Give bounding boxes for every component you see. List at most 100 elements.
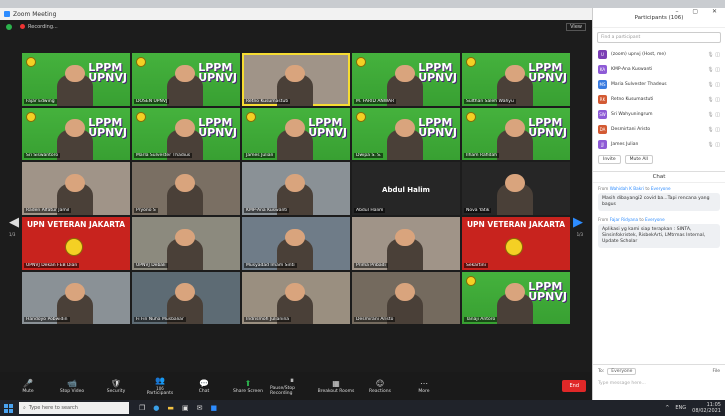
file-button[interactable]: File	[712, 369, 720, 374]
next-page-button[interactable]: ▶	[572, 213, 584, 231]
participant-row[interactable]: JJ James Julian 🎙 ◫	[593, 137, 725, 152]
video-tile[interactable]: KMP-Ana Kuswanti	[242, 162, 350, 215]
invite-button[interactable]: Invite	[598, 155, 621, 164]
toolbar-button-breakout-rooms[interactable]: ▦ Breakout Rooms	[314, 379, 358, 394]
window-controls[interactable]: – ▢ ✕	[675, 8, 723, 15]
zoom-app-icon[interactable]: ■	[211, 404, 218, 412]
video-tile[interactable]: Nova Yatik	[462, 162, 570, 215]
video-tile[interactable]: LPPM UPNVJ Dwipa S. S.	[352, 107, 460, 161]
toolbar-button-participants[interactable]: 👥 106 Participants	[138, 376, 182, 396]
participant-row[interactable]: SW Sri Wahyuningrum 🎙 ◫	[593, 107, 725, 122]
lppm-line: UPNVJ	[528, 289, 567, 303]
task-view-icon[interactable]: ❐	[139, 404, 145, 412]
toolbar-label: Security	[106, 388, 126, 394]
video-tile[interactable]: Fi Fin Nuha Musbaliar	[132, 271, 240, 325]
file-explorer-icon[interactable]: ▬	[167, 404, 174, 412]
lppm-line: UPNVJ	[528, 125, 567, 139]
mic-video-icons[interactable]: 🎙 ◫	[707, 52, 720, 58]
more-icon: ⋯	[420, 378, 428, 388]
video-tile[interactable]: Desmirani Aristo	[352, 271, 460, 325]
page-indicator-right: 1/3	[576, 232, 583, 237]
participant-row[interactable]: RK Retno Kusumastuti 🎙 ◫	[593, 92, 725, 107]
toolbar-button-chat[interactable]: 💬 Chat	[182, 379, 226, 394]
video-tile[interactable]: LPPM UPNVJ Sulthan Saleh Wahyu	[462, 53, 570, 106]
participant-row[interactable]: U (zoom) upnvj (Host, me) 🎙 ◫	[593, 47, 725, 62]
edge-icon[interactable]: ●	[153, 404, 159, 412]
chat-header: Chat	[593, 171, 725, 183]
participant-head	[175, 228, 195, 247]
taskbar-search-placeholder: Type here to search	[28, 405, 78, 411]
taskbar-apps: ❐ ● ▬ ▣ ✉ ■	[139, 404, 217, 412]
video-tile[interactable]: LPPM UPNVJ M. FARID ANWAR	[352, 53, 460, 106]
lppm-logo-text: LPPM UPNVJ	[528, 62, 567, 83]
participant-row[interactable]: KA KMP-Ana Kuswanti 🎙 ◫	[593, 62, 725, 77]
video-tile[interactable]: LPPM UPNVJ Marla Sulvester Thadius	[132, 107, 240, 161]
video-tile[interactable]: LPPM UPNVJ Ilham Rafidah	[462, 107, 570, 161]
video-tile[interactable]: Handoyo Pobwidin	[22, 271, 130, 325]
reactions-icon: ☺	[375, 378, 385, 388]
mic-video-icons[interactable]: 🎙 ◫	[707, 82, 720, 88]
chat-input[interactable]: Type message here...	[598, 381, 720, 386]
video-tile[interactable]: Prima Pribadi	[352, 217, 460, 270]
share-screen-icon: ⬆	[244, 378, 252, 388]
shield-icon[interactable]	[6, 23, 12, 30]
mic-video-icons[interactable]: 🎙 ◫	[707, 142, 720, 148]
end-meeting-button[interactable]: End	[562, 380, 586, 392]
lang-indicator[interactable]: ENG	[675, 405, 686, 411]
store-icon[interactable]: ▣	[182, 404, 189, 412]
participant-name: Sri Wahyuningrum	[611, 112, 653, 117]
video-tile[interactable]: LPPM UPNVJ Tanaji Antoro	[462, 271, 570, 325]
toolbar-button-stop-video[interactable]: 📹 Stop Video	[50, 379, 94, 394]
taskbar-search-input[interactable]: ⌕ Type here to search	[19, 402, 129, 414]
zoom-logo-icon	[4, 11, 10, 17]
video-tile[interactable]: Retno Kusumastuti	[242, 53, 350, 106]
toolbar-button-reactions[interactable]: ☺ Reactions	[358, 379, 402, 394]
participant-head	[505, 283, 525, 302]
chat-recipient: Everyone	[650, 186, 671, 191]
video-tile[interactable]: Indrismoh Julianina	[242, 271, 350, 325]
lppm-logo-text: LPPM UPNVJ	[88, 117, 127, 138]
video-tile[interactable]: Raden Alfatur Jamil	[22, 162, 130, 215]
participant-name-label: Handoyo Pobwidin	[24, 317, 70, 323]
tray-arrow-icon[interactable]: ^	[665, 405, 669, 411]
toolbar-button-mute[interactable]: 🎤 Mute	[6, 379, 50, 394]
video-tile[interactable]: LPPM UPNVJ James Julian	[242, 107, 350, 161]
toolbar-label: Chat	[198, 388, 210, 394]
participant-search-input[interactable]: Find a participant	[597, 32, 721, 43]
participant-name-label: Sekartini	[464, 262, 488, 268]
toolbar-button-share-screen[interactable]: ⬆ Share Screen	[226, 379, 270, 394]
mic-video-icons[interactable]: 🎙 ◫	[707, 127, 720, 133]
video-tile[interactable]: UPNVJ Debali	[132, 217, 240, 270]
participant-row[interactable]: DA Desmirtani Aristo 🎙 ◫	[593, 122, 725, 137]
participant-head	[175, 283, 195, 302]
toolbar-label: Participants	[146, 391, 174, 396]
participant-name-label: Retno Kusumastuti	[244, 98, 291, 104]
mail-icon[interactable]: ✉	[197, 404, 203, 412]
participant-head	[285, 119, 305, 138]
mute-all-button[interactable]: Mute All	[624, 155, 653, 164]
lppm-line: UPNVJ	[198, 71, 237, 84]
toolbar-button-more[interactable]: ⋯ More	[402, 379, 446, 394]
previous-page-button[interactable]: ◀	[8, 213, 20, 231]
video-tile[interactable]: Musyadad Imam Sinti	[242, 217, 350, 270]
mic-video-icons[interactable]: 🎙 ◫	[707, 97, 720, 103]
participant-row[interactable]: MS Maria Sulvester Thadeus 🎙 ◫	[593, 77, 725, 92]
video-tile[interactable]: Pryono S	[132, 162, 240, 215]
video-tile[interactable]: LPPM UPNVJ DOSEN UPNVJ	[132, 53, 240, 106]
chat-message: From Fajar Ridyana to Everyone Aplikasi y…	[593, 214, 725, 251]
mic-video-icons[interactable]: 🎙 ◫	[707, 112, 720, 118]
mic-video-icons[interactable]: 🎙 ◫	[707, 67, 720, 73]
lppm-logo-text: LPPM UPNVJ	[418, 117, 457, 138]
toolbar-button-security[interactable]: 🛡 Security	[94, 379, 138, 394]
video-tile[interactable]: Abdul Halim Abdul Halim	[352, 162, 460, 215]
video-tile[interactable]: LPPM UPNVJ Sri Siswantoro	[22, 107, 130, 161]
video-tile[interactable]: UPN VETERAN JAKARTA Sekartini	[462, 217, 570, 270]
chat-recipient: Everyone	[644, 217, 665, 222]
windows-start-icon[interactable]	[4, 403, 13, 413]
clock[interactable]: 11:05 08/02/2021	[692, 402, 721, 414]
video-tile[interactable]: LPPM UPNVJ Fajar Edwing	[22, 53, 130, 106]
view-button[interactable]: View	[566, 22, 586, 31]
video-tile[interactable]: UPN VETERAN JAKARTA UPNVJ Dekan FEB Dian	[22, 217, 130, 270]
toolbar-button-pause-stop-recording[interactable]: ⏸ Pause/Stop Recording	[270, 376, 314, 396]
recipient-select[interactable]: Everyone	[607, 368, 637, 375]
